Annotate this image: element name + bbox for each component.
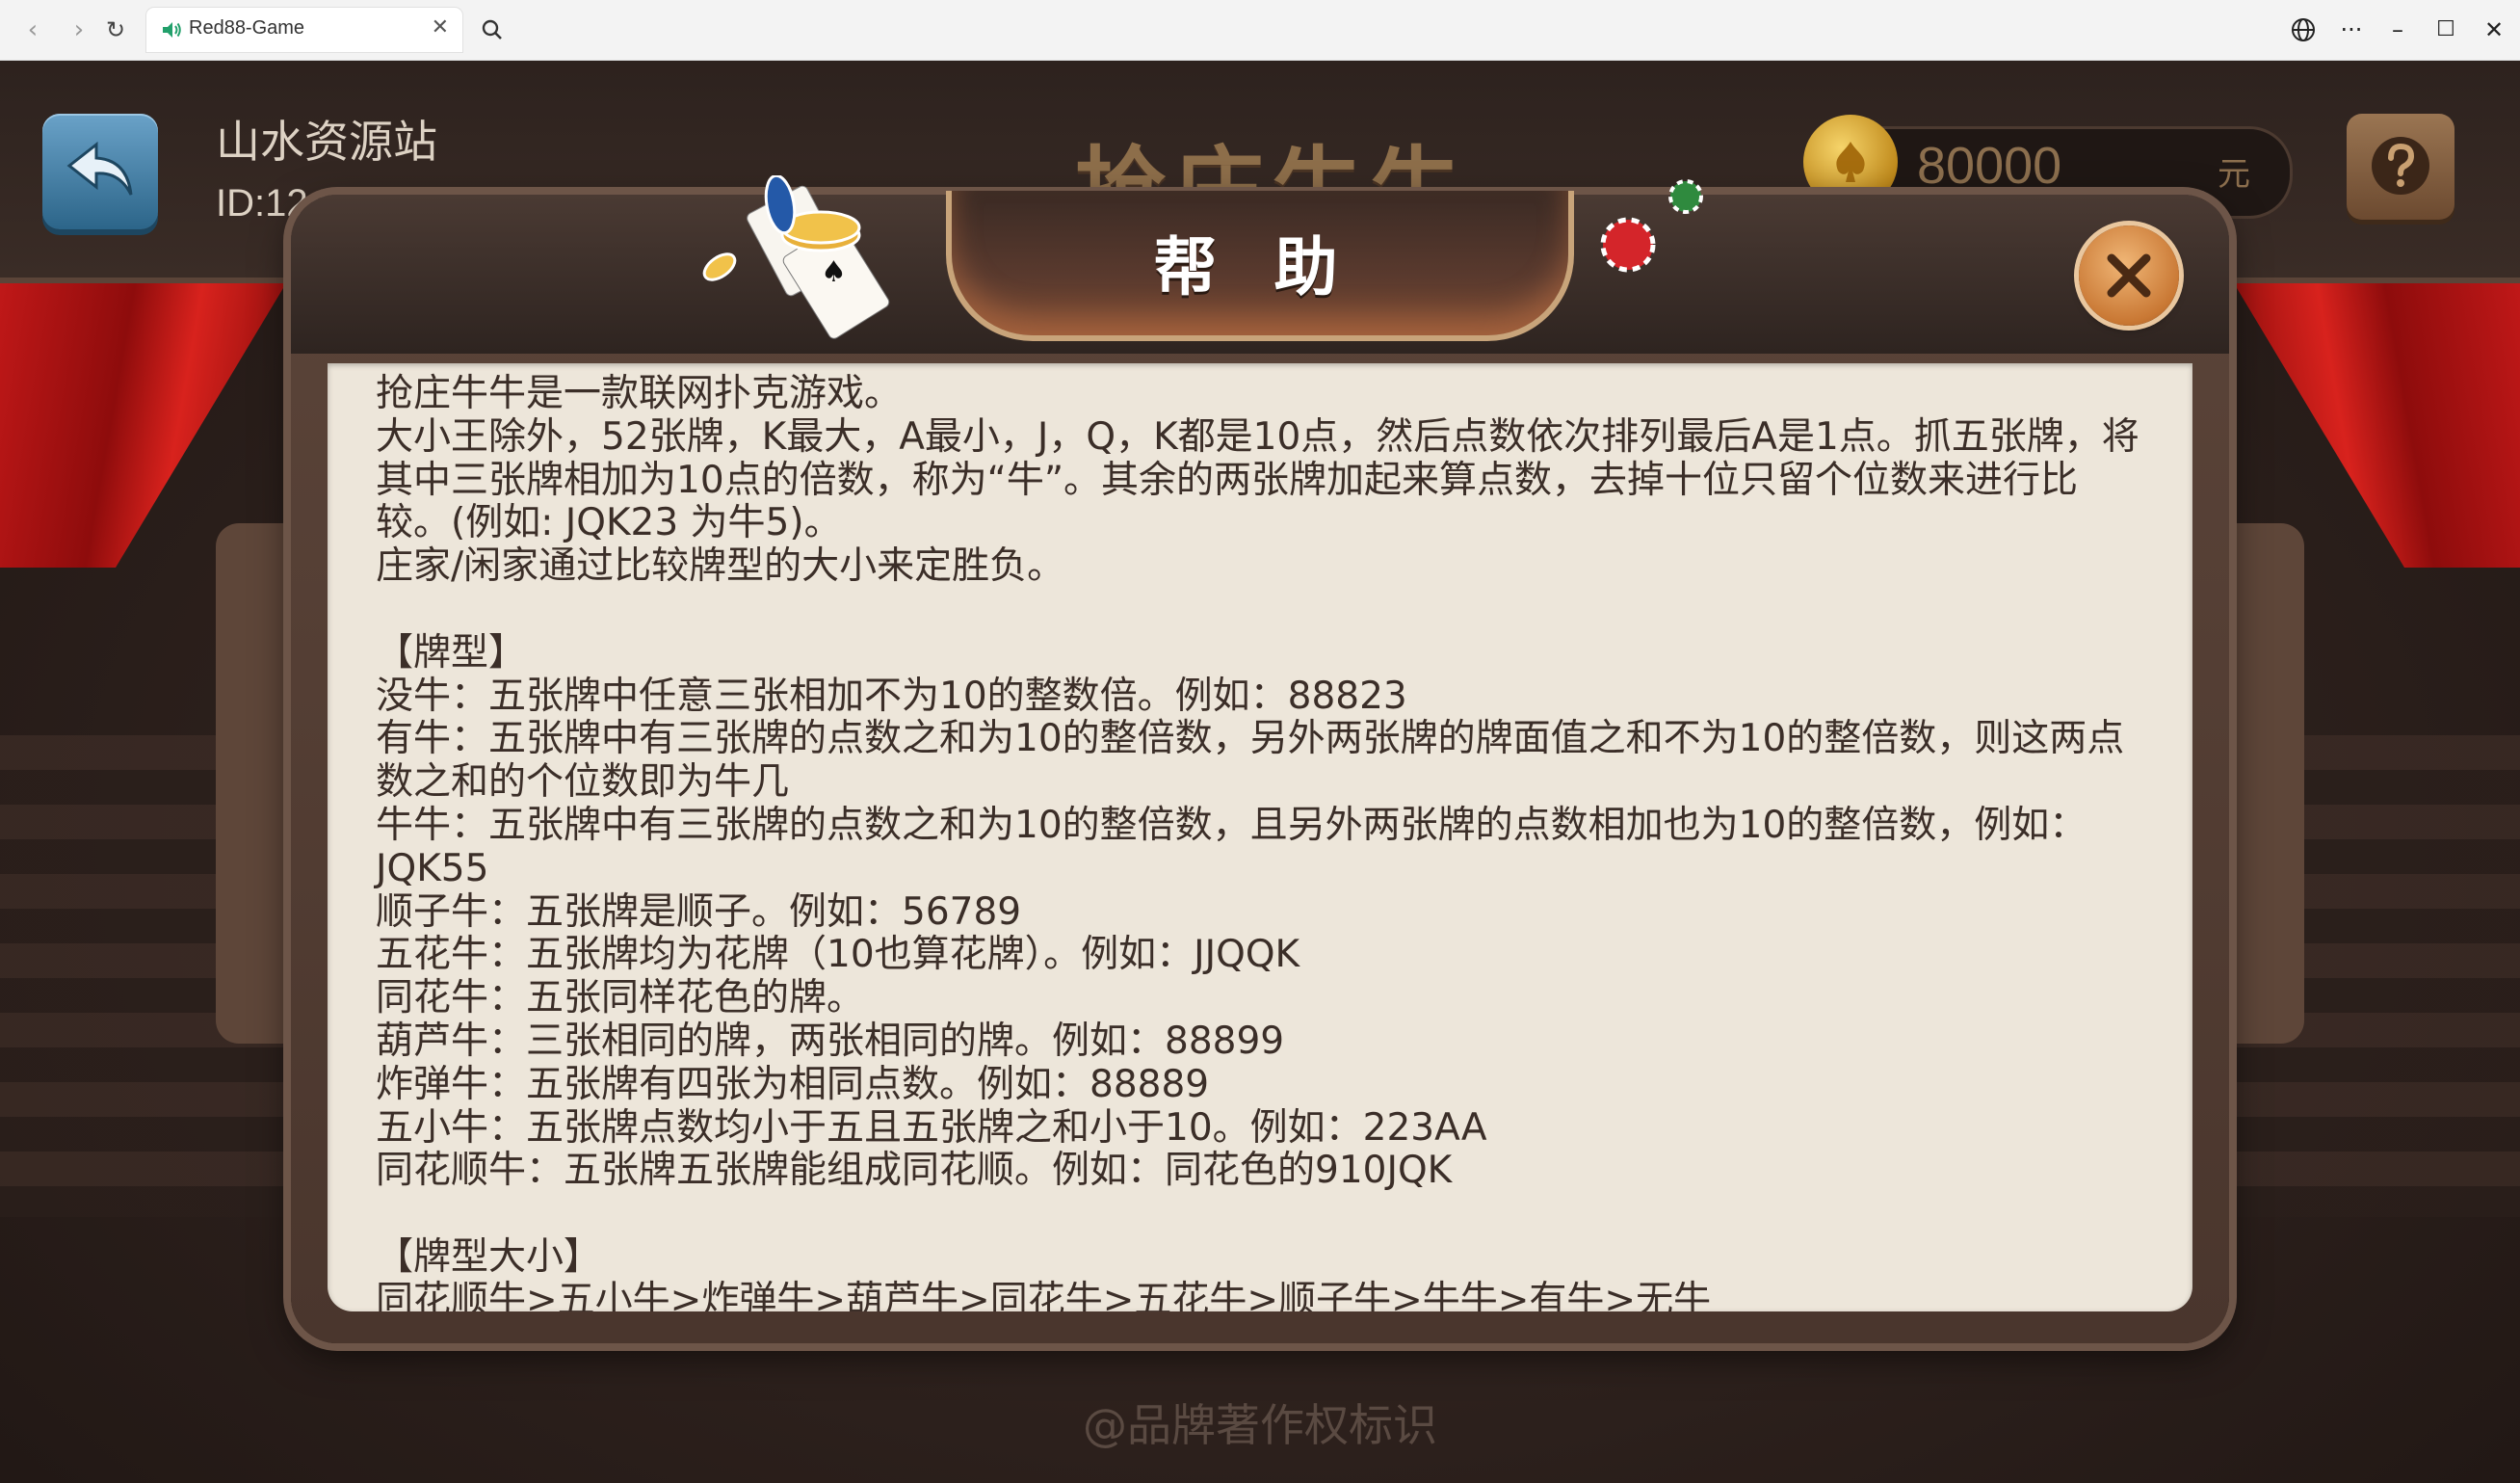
- dialog-title: 帮 助: [1153, 230, 1355, 305]
- help-paragraph: 【牌型】: [376, 630, 527, 675]
- reload-button[interactable]: ↻: [96, 12, 135, 48]
- help-paragraph: 同花顺牛>五小牛>炸弹牛>葫芦牛>同花牛>五花牛>顺子牛>牛牛>有牛>无牛: [376, 1278, 1712, 1311]
- username: 山水资源站: [216, 116, 437, 168]
- help-paragraph: 炸弹牛：五张牌有四张为相同点数。例如：88889: [376, 1062, 1210, 1106]
- return-arrow-icon: [66, 141, 133, 196]
- search-icon[interactable]: [476, 13, 509, 46]
- help-content-scroll[interactable]: 抢庄牛牛是一款联网扑克游戏。 大小王除外，52张牌，K最大，A最小，J，Q，K都是…: [328, 363, 2192, 1311]
- copyright-text: @品牌著作权标识: [1083, 1399, 1437, 1451]
- game-back-button[interactable]: [42, 114, 158, 229]
- red-chip-decoration: [1600, 179, 1703, 273]
- help-paragraph: 【牌型大小】: [376, 1234, 602, 1279]
- browser-tab[interactable]: Red88-Game ✕: [146, 8, 462, 52]
- gold-chip-decoration: [702, 252, 737, 281]
- tab-title: Red88-Game: [189, 17, 305, 39]
- tab-close-icon[interactable]: ✕: [432, 15, 449, 40]
- help-paragraph: 葫芦牛：三张相同的牌，两张相同的牌。例如：88899: [376, 1019, 1285, 1063]
- help-text: 抢庄牛牛是一款联网扑克游戏。 大小王除外，52张牌，K最大，A最小，J，Q，K都是…: [376, 372, 2148, 1311]
- close-icon: [2107, 253, 2151, 298]
- help-paragraph: 顺子牛：五张牌是顺子。例如：56789: [376, 889, 1022, 934]
- more-menu-icon[interactable]: ···: [2329, 12, 2374, 48]
- coin-unit: 元: [2218, 155, 2250, 194]
- svg-text:♠: ♠: [821, 255, 847, 289]
- minimize-button[interactable]: –: [2376, 12, 2420, 48]
- back-nav-button[interactable]: ‹: [13, 12, 52, 48]
- help-paragraph: 抢庄牛牛是一款联网扑克游戏。: [376, 372, 903, 415]
- help-paragraph: 有牛：五张牌中有三张牌的点数之和为10的整倍数，另外两张牌的牌面值之和不为10的…: [376, 717, 2125, 805]
- help-paragraph: 大小王除外，52张牌，K最大，A最小，J，Q，K都是10点，然后点数依次排列最后…: [376, 414, 2139, 545]
- forward-nav-button[interactable]: ›: [60, 12, 98, 48]
- help-paragraph: 五小牛：五张牌点数均小于五且五张牌之和小于10。例如：223AA: [376, 1105, 1487, 1150]
- help-button[interactable]: [2347, 114, 2454, 220]
- help-dialog: 帮 助 ♠ 抢庄牛牛是一款联网扑克游戏。 大小王除外，52张牌，K最大，A最小，J…: [291, 175, 2229, 1343]
- close-dialog-button[interactable]: [2079, 225, 2179, 326]
- close-window-button[interactable]: ✕: [2472, 12, 2516, 48]
- maximize-button[interactable]: ☐: [2424, 12, 2468, 48]
- help-paragraph: 同花牛：五张同样花色的牌。: [376, 976, 865, 1020]
- browser-toolbar: ‹ › ↻ Red88-Game ✕ ··· – ☐ ✕: [0, 0, 2520, 61]
- globe-icon[interactable]: [2289, 15, 2318, 44]
- help-paragraph: 没牛：五张牌中任意三张相加不为10的整数倍。例如：88823: [376, 674, 1407, 718]
- question-icon: [2372, 137, 2429, 195]
- coin-amount: 80000: [1917, 137, 2062, 195]
- help-paragraph: 同花顺牛：五张牌五张牌能组成同花顺。例如：同花色的910JQK: [376, 1149, 1453, 1193]
- speaker-icon: [163, 22, 181, 38]
- help-paragraph: 庄家/闲家通过比较牌型的大小来定胜负。: [376, 544, 1065, 589]
- help-paragraph: 五花牛：五张牌均为花牌（10也算花牌）。例如：JJQQK: [376, 933, 1300, 977]
- help-paragraph: 牛牛：五张牌中有三张牌的点数之和为10的整倍数，且另外两张牌的点数相加也为10的…: [376, 803, 2087, 890]
